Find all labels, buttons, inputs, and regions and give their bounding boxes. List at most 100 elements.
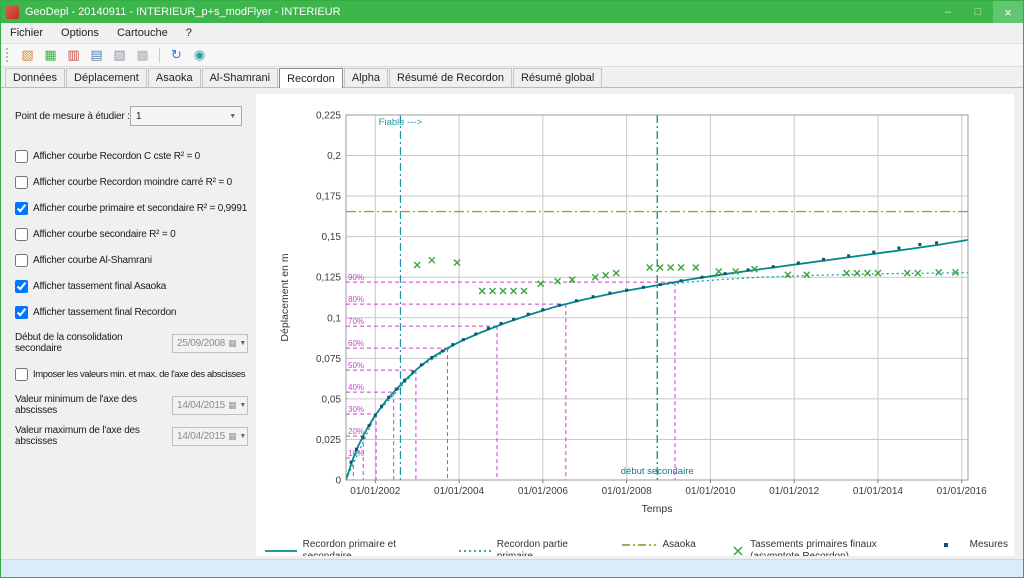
print-icon[interactable]: ▨ (109, 46, 130, 65)
svg-text:01/01/2010: 01/01/2010 (685, 486, 735, 497)
checkbox-row-secondaire[interactable]: Afficher courbe secondaire R² = 0 (15, 228, 256, 241)
svg-text:20%: 20% (348, 427, 364, 436)
checkbox-label: Afficher courbe primaire et secondaire R… (33, 203, 247, 214)
abscissa-min-label: Valeur minimum de l'axe des abscisses (15, 394, 172, 416)
checkbox-row-al-shamrani[interactable]: Afficher courbe Al-Shamrani (15, 254, 256, 267)
checkbox-tassement-recordon[interactable] (15, 306, 28, 319)
tab-donnees[interactable]: Données (5, 68, 65, 87)
open-report-icon[interactable]: ▧ (17, 46, 38, 65)
checkbox-row-recordon-c-cste[interactable]: Afficher courbe Recordon C cste R² = 0 (15, 150, 256, 163)
app-icon (6, 6, 19, 19)
legend-item: Asaoka (621, 539, 696, 551)
checkbox-recordon-c-cste[interactable] (15, 150, 28, 163)
chevron-down-icon: ▼ (239, 340, 246, 347)
svg-text:01/01/2016: 01/01/2016 (937, 486, 987, 497)
tab-resume-recordon[interactable]: Résumé de Recordon (389, 68, 512, 87)
menu-item-cartouche[interactable]: Cartouche (108, 24, 177, 42)
checkbox-label: Imposer les valeurs min. et max. de l'ax… (33, 369, 245, 380)
svg-text:01/01/2008: 01/01/2008 (602, 486, 652, 497)
checkbox-al-shamrani[interactable] (15, 254, 28, 267)
svg-text:0,05: 0,05 (322, 394, 342, 405)
abscissa-max-label: Valeur maximum de l'axe des abscisses (15, 425, 172, 447)
checkbox-label: Afficher tassement final Asaoka (33, 281, 166, 292)
tab-page-recordon: Point de mesure à étudier : 1 ▼ Afficher… (1, 88, 1023, 559)
abscissa-min-value: 14/04/2015 (177, 400, 225, 411)
tab-deplacement[interactable]: Déplacement (66, 68, 147, 87)
checkbox-label: Afficher tassement final Recordon (33, 307, 176, 318)
tab-strip: Données Déplacement Asaoka Al-Shamrani R… (1, 67, 1023, 88)
copy-icon[interactable]: ▩ (132, 46, 153, 65)
svg-text:70%: 70% (348, 317, 364, 326)
legend-label: Asaoka (663, 539, 696, 551)
toolbar: ▧▦▥▤▨▩ ↻◉ (1, 44, 1023, 67)
abscissa-max-datepicker: 14/04/2015 ▦ ▼ (172, 427, 248, 446)
point-select[interactable]: 1 ▼ (130, 106, 242, 126)
checkbox-row-recordon-moindre-carre[interactable]: Afficher courbe Recordon moindre carré R… (15, 176, 256, 189)
svg-text:début secondaire: début secondaire (621, 466, 694, 477)
calendar-icon: ▦ (228, 338, 236, 349)
legend-label: Recordon primaire et secondaire (303, 539, 435, 556)
menu-item-help[interactable]: ? (177, 24, 201, 42)
info-icon[interactable]: ◉ (189, 46, 210, 65)
window-controls: – □ × (933, 1, 1023, 23)
menu-item-options[interactable]: Options (52, 24, 108, 42)
svg-text:Déplacement en m: Déplacement en m (279, 253, 291, 341)
legend-item: Recordon partie primaire (458, 539, 596, 556)
toolbar-icons: ▧▦▥▤▨▩ ↻◉ (16, 46, 211, 65)
tab-recordon[interactable]: Recordon (279, 68, 343, 88)
svg-text:Fiable --->: Fiable ---> (379, 117, 423, 128)
checkbox-label: Afficher courbe Recordon C cste R² = 0 (33, 151, 200, 162)
settlement-chart: 00,0250,050,0750,10,1250,150,1750,20,225… (258, 98, 1010, 532)
svg-text:30%: 30% (348, 405, 364, 414)
abscissa-max-value: 14/04/2015 (177, 431, 225, 442)
close-button[interactable]: × (993, 1, 1023, 23)
checkbox-tassement-asaoka[interactable] (15, 280, 28, 293)
checkbox-row-tassement-recordon[interactable]: Afficher tassement final Recordon (15, 306, 256, 319)
svg-text:0,225: 0,225 (316, 111, 341, 122)
menu-item-fichier[interactable]: Fichier (1, 24, 52, 42)
tab-al-shamrani[interactable]: Al-Shamrani (202, 68, 279, 87)
checkbox-recordon-moindre-carre[interactable] (15, 176, 28, 189)
svg-text:90%: 90% (348, 273, 364, 282)
minimize-button[interactable]: – (933, 1, 963, 23)
maximize-button[interactable]: □ (963, 1, 993, 23)
chart-panel: 00,0250,050,0750,10,1250,150,1750,20,225… (256, 94, 1014, 556)
secondary-start-label: Début de la consolidation secondaire (15, 332, 172, 354)
svg-text:0,175: 0,175 (316, 192, 341, 203)
save-icon[interactable]: ▤ (86, 46, 107, 65)
toolbar-separator (159, 48, 160, 63)
legend-item: Recordon primaire et secondaire (264, 539, 434, 556)
window-title: GeoDepl - 20140911 - INTERIEUR_p+s_modFl… (25, 6, 933, 18)
pdf-export-icon[interactable]: ▥ (63, 46, 84, 65)
refresh-icon[interactable]: ↻ (166, 46, 187, 65)
titlebar[interactable]: GeoDepl - 20140911 - INTERIEUR_p+s_modFl… (1, 1, 1023, 23)
calendar-icon: ▦ (228, 400, 236, 411)
svg-text:01/01/2004: 01/01/2004 (434, 486, 484, 497)
svg-text:60%: 60% (348, 339, 364, 348)
checkbox-primaire-secondaire[interactable] (15, 202, 28, 215)
tab-asaoka[interactable]: Asaoka (148, 68, 201, 87)
svg-text:0,125: 0,125 (316, 273, 341, 284)
checkbox-row-tassement-asaoka[interactable]: Afficher tassement final Asaoka (15, 280, 256, 293)
checkbox-row-primaire-secondaire[interactable]: Afficher courbe primaire et secondaire R… (15, 202, 256, 215)
secondary-start-value: 25/09/2008 (177, 338, 225, 349)
abscissa-max-row: Valeur maximum de l'axe des abscisses 14… (15, 425, 248, 447)
app-window: GeoDepl - 20140911 - INTERIEUR_p+s_modFl… (0, 0, 1024, 578)
svg-text:0,1: 0,1 (327, 313, 341, 324)
legend-label: Tassements primaires finaux (asymptote R… (750, 539, 904, 556)
menu-bar: Fichier Options Cartouche ? (1, 23, 1023, 44)
svg-text:Temps: Temps (642, 503, 673, 515)
legend-sample-dashdot (621, 539, 657, 551)
svg-text:0: 0 (335, 476, 341, 487)
tab-alpha[interactable]: Alpha (344, 68, 388, 87)
legend-sample-cross (720, 545, 744, 557)
tab-resume-global[interactable]: Résumé global (513, 68, 602, 87)
chevron-down-icon: ▼ (229, 113, 236, 120)
point-label: Point de mesure à étudier : (15, 111, 130, 122)
excel-export-icon[interactable]: ▦ (40, 46, 61, 65)
legend-label: Recordon partie primaire (497, 539, 597, 556)
checkbox-imposer-valeurs[interactable] (15, 368, 28, 381)
svg-text:0,075: 0,075 (316, 354, 341, 365)
checkbox-row-imposer-valeurs[interactable]: Imposer les valeurs min. et max. de l'ax… (15, 368, 256, 381)
checkbox-secondaire[interactable] (15, 228, 28, 241)
